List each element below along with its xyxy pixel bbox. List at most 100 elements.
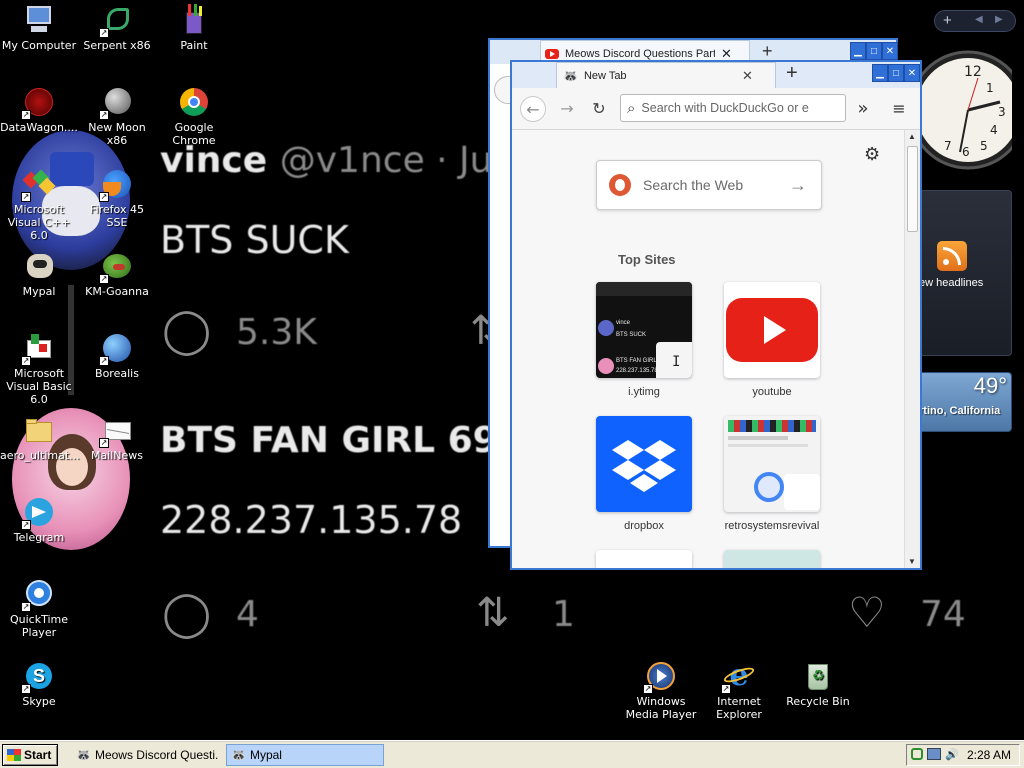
scrollbar-thumb[interactable] bbox=[907, 146, 918, 232]
wallpaper-tweet1-replies: 5.3K bbox=[236, 312, 317, 353]
gear-icon[interactable]: ⚙ bbox=[864, 144, 880, 165]
new-tab-icon[interactable]: + bbox=[762, 41, 773, 62]
top-site-tile-partial[interactable] bbox=[724, 550, 820, 568]
top-site-tile-retrosystemsrevival[interactable] bbox=[724, 416, 820, 512]
start-button[interactable]: Start bbox=[2, 744, 58, 766]
taskbar: Start 🦝 Meows Discord Questi... 🦝 Mypal … bbox=[0, 740, 1024, 768]
desktop-icon-mailnews[interactable]: ↗ MailNews bbox=[78, 414, 156, 462]
windows-logo-icon bbox=[7, 749, 21, 761]
scroll-down-arrow-icon[interactable]: ▼ bbox=[908, 557, 916, 566]
overflow-chevron-icon[interactable]: » bbox=[850, 96, 876, 122]
top-sites-title: Top Sites bbox=[618, 252, 676, 267]
desktop-icon-visual-basic[interactable]: ↗ Microsoft Visual Basic 6.0 bbox=[0, 332, 78, 406]
previous-gadget-icon[interactable]: ◀ bbox=[975, 14, 983, 25]
next-gadget-icon[interactable]: ▶ bbox=[995, 14, 1003, 25]
top-site-label: retrosystemsrevival bbox=[724, 520, 820, 532]
tray-app-icon[interactable] bbox=[911, 748, 923, 760]
desktop-icon-label: Firefox 45 SSE bbox=[90, 203, 144, 229]
desktop-icon-google-chrome[interactable]: Google Chrome bbox=[155, 86, 233, 147]
page-scrollbar[interactable]: ▲ ▼ bbox=[904, 130, 920, 568]
taskbar-item-mypal[interactable]: 🦝 Mypal bbox=[226, 744, 384, 766]
url-bar-placeholder: Search with DuckDuckGo or e bbox=[641, 101, 809, 115]
internet-explorer-icon: e ↗ bbox=[721, 660, 756, 694]
taskbar-item-label: Mypal bbox=[249, 748, 282, 762]
close-window-button[interactable]: ✕ bbox=[882, 42, 898, 60]
browser-window-front[interactable]: 🦝 New Tab ✕ + ▁ □ ✕ ← → ↻ ⌕ Search with … bbox=[510, 60, 922, 570]
dropbox-logo-icon bbox=[612, 440, 676, 492]
maximize-button[interactable]: □ bbox=[866, 42, 882, 60]
top-site-tile-dropbox[interactable] bbox=[596, 416, 692, 512]
svg-text:5: 5 bbox=[980, 139, 988, 153]
mypal-icon: 🦝 bbox=[231, 748, 246, 762]
reload-icon[interactable]: ↻ bbox=[586, 96, 612, 122]
desktop-icon-datawagon[interactable]: ↗ DataWagon.... bbox=[0, 86, 78, 134]
desktop-icon-skype[interactable]: S ↗ Skype bbox=[0, 660, 78, 708]
visual-cpp-icon: ↗ bbox=[21, 168, 56, 202]
wallpaper-tweet2-retweets: 1 bbox=[552, 594, 575, 635]
taskbar-item-meows-discord[interactable]: 🦝 Meows Discord Questi... bbox=[72, 744, 218, 766]
top-site-label: dropbox bbox=[624, 520, 664, 532]
top-site-tile-youtube[interactable] bbox=[724, 282, 820, 378]
duckduckgo-icon bbox=[609, 174, 631, 196]
desktop-icon-label: New Moon x86 bbox=[88, 121, 146, 147]
volume-icon[interactable]: 🔊 bbox=[945, 748, 959, 761]
close-tab-icon[interactable]: ✕ bbox=[742, 68, 753, 84]
desktop-icon-km-goanna[interactable]: ↗ KM-Goanna bbox=[78, 250, 156, 298]
desktop-icon-new-moon[interactable]: ↗ New Moon x86 bbox=[78, 86, 156, 147]
scroll-up-arrow-icon[interactable]: ▲ bbox=[908, 132, 916, 141]
maximize-button[interactable]: □ bbox=[888, 64, 904, 82]
skype-icon: S ↗ bbox=[21, 660, 55, 694]
mailnews-icon: ↗ bbox=[99, 414, 133, 448]
thumb-name: vince bbox=[616, 320, 631, 326]
desktop-icon-label: Google Chrome bbox=[172, 121, 216, 147]
desktop-icon-windows-media-player[interactable]: ↗ Windows Media Player bbox=[622, 660, 700, 721]
tray-clock[interactable]: 2:28 AM bbox=[967, 748, 1011, 762]
paint-icon bbox=[178, 4, 210, 36]
desktop-icon-visual-cpp[interactable]: ↗ Microsoft Visual C++ 6.0 bbox=[0, 168, 78, 242]
hamburger-menu-icon[interactable]: ≡ bbox=[886, 96, 912, 122]
desktop-icon-label: MailNews bbox=[90, 449, 144, 462]
desktop-icon-label: DataWagon.... bbox=[0, 121, 78, 134]
desktop-icon-label: QuickTime Player bbox=[9, 613, 69, 639]
clock-gadget[interactable]: 12 1 3 4 5 6 7 bbox=[908, 48, 1024, 172]
start-label: Start bbox=[24, 748, 52, 762]
desktop-icon-telegram[interactable]: ↗ Telegram bbox=[0, 496, 78, 544]
desktop-icon-serpent[interactable]: ↗ Serpent x86 bbox=[78, 4, 156, 52]
network-icon[interactable] bbox=[927, 748, 941, 760]
taskbar-item-label: Meows Discord Questi... bbox=[94, 748, 218, 762]
url-bar[interactable]: ⌕ Search with DuckDuckGo or e bbox=[620, 94, 846, 122]
search-the-web-box[interactable]: Search the Web → bbox=[596, 160, 822, 210]
close-window-button[interactable]: ✕ bbox=[904, 64, 920, 82]
back-arrow-icon[interactable]: ← bbox=[520, 96, 546, 122]
top-site-label: youtube bbox=[752, 386, 792, 398]
wallpaper-tweet1-text: BTS SUCK bbox=[160, 218, 349, 262]
desktop-icon-firefox[interactable]: ↗ Firefox 45 SSE bbox=[78, 168, 156, 229]
forward-arrow-icon[interactable]: → bbox=[554, 96, 580, 122]
km-goanna-icon: ↗ bbox=[99, 250, 133, 284]
desktop-icon-my-computer[interactable]: My Computer bbox=[0, 4, 78, 52]
new-tab-icon[interactable]: + bbox=[786, 62, 798, 85]
desktop-icon-recycle-bin[interactable]: ♻ Recycle Bin bbox=[779, 660, 857, 708]
minimize-button[interactable]: ▁ bbox=[850, 42, 866, 60]
desktop-icon-quicktime[interactable]: ↗ QuickTime Player bbox=[0, 578, 78, 639]
top-site-tile-partial[interactable] bbox=[596, 550, 692, 568]
weather-gadget[interactable]: 49° rtino, California bbox=[918, 372, 1012, 432]
like-icon: ♡ bbox=[848, 588, 886, 637]
svg-text:7: 7 bbox=[944, 139, 952, 153]
desktop-icon-paint[interactable]: Paint bbox=[155, 4, 233, 52]
wallpaper-tweet2-text: 228.237.135.78 bbox=[160, 498, 463, 542]
tab-title: Meows Discord Questions Part 3! bbox=[565, 47, 715, 60]
arrow-right-icon[interactable]: → bbox=[789, 175, 807, 196]
reply-icon: ◯ bbox=[162, 305, 212, 356]
desktop-icon-aero-folder[interactable]: aero_ultimat... bbox=[0, 414, 80, 462]
mypal-icon bbox=[23, 250, 55, 282]
desktop-icon-mypal[interactable]: Mypal bbox=[0, 250, 78, 298]
tab-new-tab[interactable]: 🦝 New Tab ✕ bbox=[556, 62, 776, 88]
desktop-icon-internet-explorer[interactable]: e ↗ Internet Explorer bbox=[700, 660, 778, 722]
minimize-button[interactable]: ▁ bbox=[872, 64, 888, 82]
feed-headlines-gadget[interactable]: ew headlines bbox=[918, 190, 1012, 356]
add-gadget-icon[interactable]: + bbox=[943, 12, 952, 29]
mypal-favicon-icon: 🦝 bbox=[563, 68, 578, 83]
desktop-icon-borealis[interactable]: ↗ Borealis bbox=[78, 332, 156, 380]
search-web-placeholder: Search the Web bbox=[643, 177, 744, 193]
